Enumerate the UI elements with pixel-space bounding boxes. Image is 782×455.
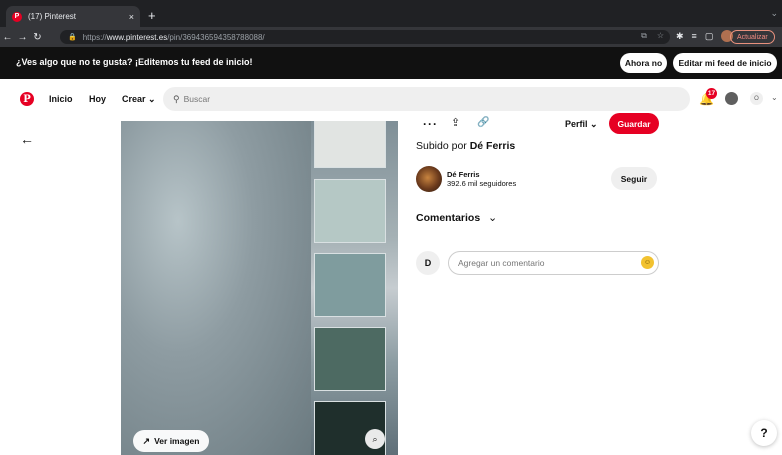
star-icon[interactable]: ☆ xyxy=(657,31,664,41)
uploader-name[interactable]: Dé Ferris xyxy=(470,140,516,152)
search-icon: ⚲ xyxy=(173,93,180,104)
messages-icon[interactable] xyxy=(725,92,738,105)
chevron-down-icon: ⌄ xyxy=(148,94,156,104)
avatar: D xyxy=(416,251,440,275)
color-swatch xyxy=(314,179,386,243)
color-swatch xyxy=(314,253,386,317)
follow-button[interactable]: Seguir xyxy=(611,167,657,190)
arrow-up-right-icon: ↗ xyxy=(142,435,151,446)
extensions-icon[interactable]: ✱ xyxy=(676,31,684,42)
comment-input[interactable]: Agregar un comentario xyxy=(448,251,659,275)
board-select-label: Perfil xyxy=(565,119,588,129)
pinterest-favicon-icon: P xyxy=(12,11,22,22)
search-placeholder: Buscar xyxy=(183,94,211,104)
more-options-icon[interactable]: ··· xyxy=(423,117,438,131)
chevron-down-icon[interactable]: ⌄ xyxy=(771,93,778,102)
pin-image[interactable] xyxy=(121,121,398,455)
banner-text: ¿Ves algo que no te gusta? ¡Editemos tu … xyxy=(16,57,253,67)
winter-lake-photo xyxy=(121,121,311,455)
browser-tab-bar: P (17) Pinterest × + ⌄ xyxy=(0,0,782,27)
new-tab-button[interactable]: + xyxy=(148,9,156,22)
pinterest-header: P Inicio Hoy Crear ⌄ ⚲ Buscar 🔔 17 O ⌄ xyxy=(0,79,782,121)
lock-icon: 🔒 xyxy=(68,34,77,41)
link-icon[interactable]: 🔗 xyxy=(477,117,489,128)
uploaded-prefix: Subido por xyxy=(416,140,467,152)
tab-title: (17) Pinterest xyxy=(28,12,77,21)
edit-feed-button[interactable]: Editar mi feed de inicio xyxy=(673,53,777,73)
view-image-button[interactable]: ↗ Ver imagen xyxy=(133,430,209,452)
reading-list-icon[interactable]: ≡ xyxy=(692,31,697,41)
update-button[interactable]: Actualizar xyxy=(730,30,775,44)
omnibox-icons: ⧉ ☆ xyxy=(641,31,664,41)
chevron-down-icon: ⌄ xyxy=(590,119,598,129)
nav-create-label: Crear xyxy=(122,94,146,104)
reload-icon[interactable]: ↻ xyxy=(30,32,45,43)
nav-today[interactable]: Hoy xyxy=(89,94,106,104)
avatar[interactable] xyxy=(416,166,442,192)
back-arrow-icon[interactable]: ← xyxy=(20,131,34,147)
share-icon[interactable]: ⇪ xyxy=(451,116,460,129)
url-bar[interactable]: 🔒 https://www.pinterest.es/pin/369436594… xyxy=(60,30,670,44)
comments-title[interactable]: Comentarios xyxy=(416,212,480,224)
author-name[interactable]: Dé Ferris xyxy=(447,170,480,179)
nav-create[interactable]: Crear ⌄ xyxy=(122,94,156,105)
feed-banner: ¿Ves algo que no te gusta? ¡Editemos tu … xyxy=(0,47,782,79)
notifications-button[interactable]: 🔔 17 xyxy=(699,88,717,106)
close-icon[interactable]: × xyxy=(129,12,134,22)
avatar[interactable]: O xyxy=(750,92,763,105)
follower-count: 392.6 mil seguidores xyxy=(447,179,517,188)
forward-arrow-icon[interactable]: → xyxy=(15,32,30,43)
browser-tab[interactable]: P (17) Pinterest × xyxy=(6,6,140,27)
search-input[interactable]: ⚲ Buscar xyxy=(163,87,690,111)
not-now-button[interactable]: Ahora no xyxy=(620,53,667,73)
board-select[interactable]: Perfil ⌄ xyxy=(565,119,598,130)
color-swatch xyxy=(314,327,386,391)
help-button[interactable]: ? xyxy=(751,420,777,446)
pinterest-logo-icon[interactable]: P xyxy=(20,92,34,106)
browser-address-bar: ← → ↻ 🔒 https://www.pinterest.es/pin/369… xyxy=(0,27,782,47)
split-view-icon[interactable]: ▢ xyxy=(705,31,714,42)
view-image-label: Ver imagen xyxy=(154,436,200,446)
notification-badge: 17 xyxy=(706,88,717,99)
nav-home[interactable]: Inicio xyxy=(49,94,73,104)
color-swatch xyxy=(314,121,386,168)
emoji-icon[interactable]: ☺ xyxy=(641,256,654,269)
share-icon[interactable]: ⧉ xyxy=(641,31,647,41)
chevron-down-icon[interactable]: ⌄ xyxy=(488,211,497,224)
uploaded-by: Subido por Dé Ferris xyxy=(416,140,515,152)
visual-search-icon[interactable]: ⌕ xyxy=(365,429,385,449)
save-button[interactable]: Guardar xyxy=(609,113,659,134)
back-arrow-icon[interactable]: ← xyxy=(0,32,15,43)
extension-icons: ✱ ≡ ▢ xyxy=(676,30,734,42)
chevron-down-icon[interactable]: ⌄ xyxy=(770,8,778,19)
url-text: https://www.pinterest.es/pin/36943659435… xyxy=(82,32,265,42)
